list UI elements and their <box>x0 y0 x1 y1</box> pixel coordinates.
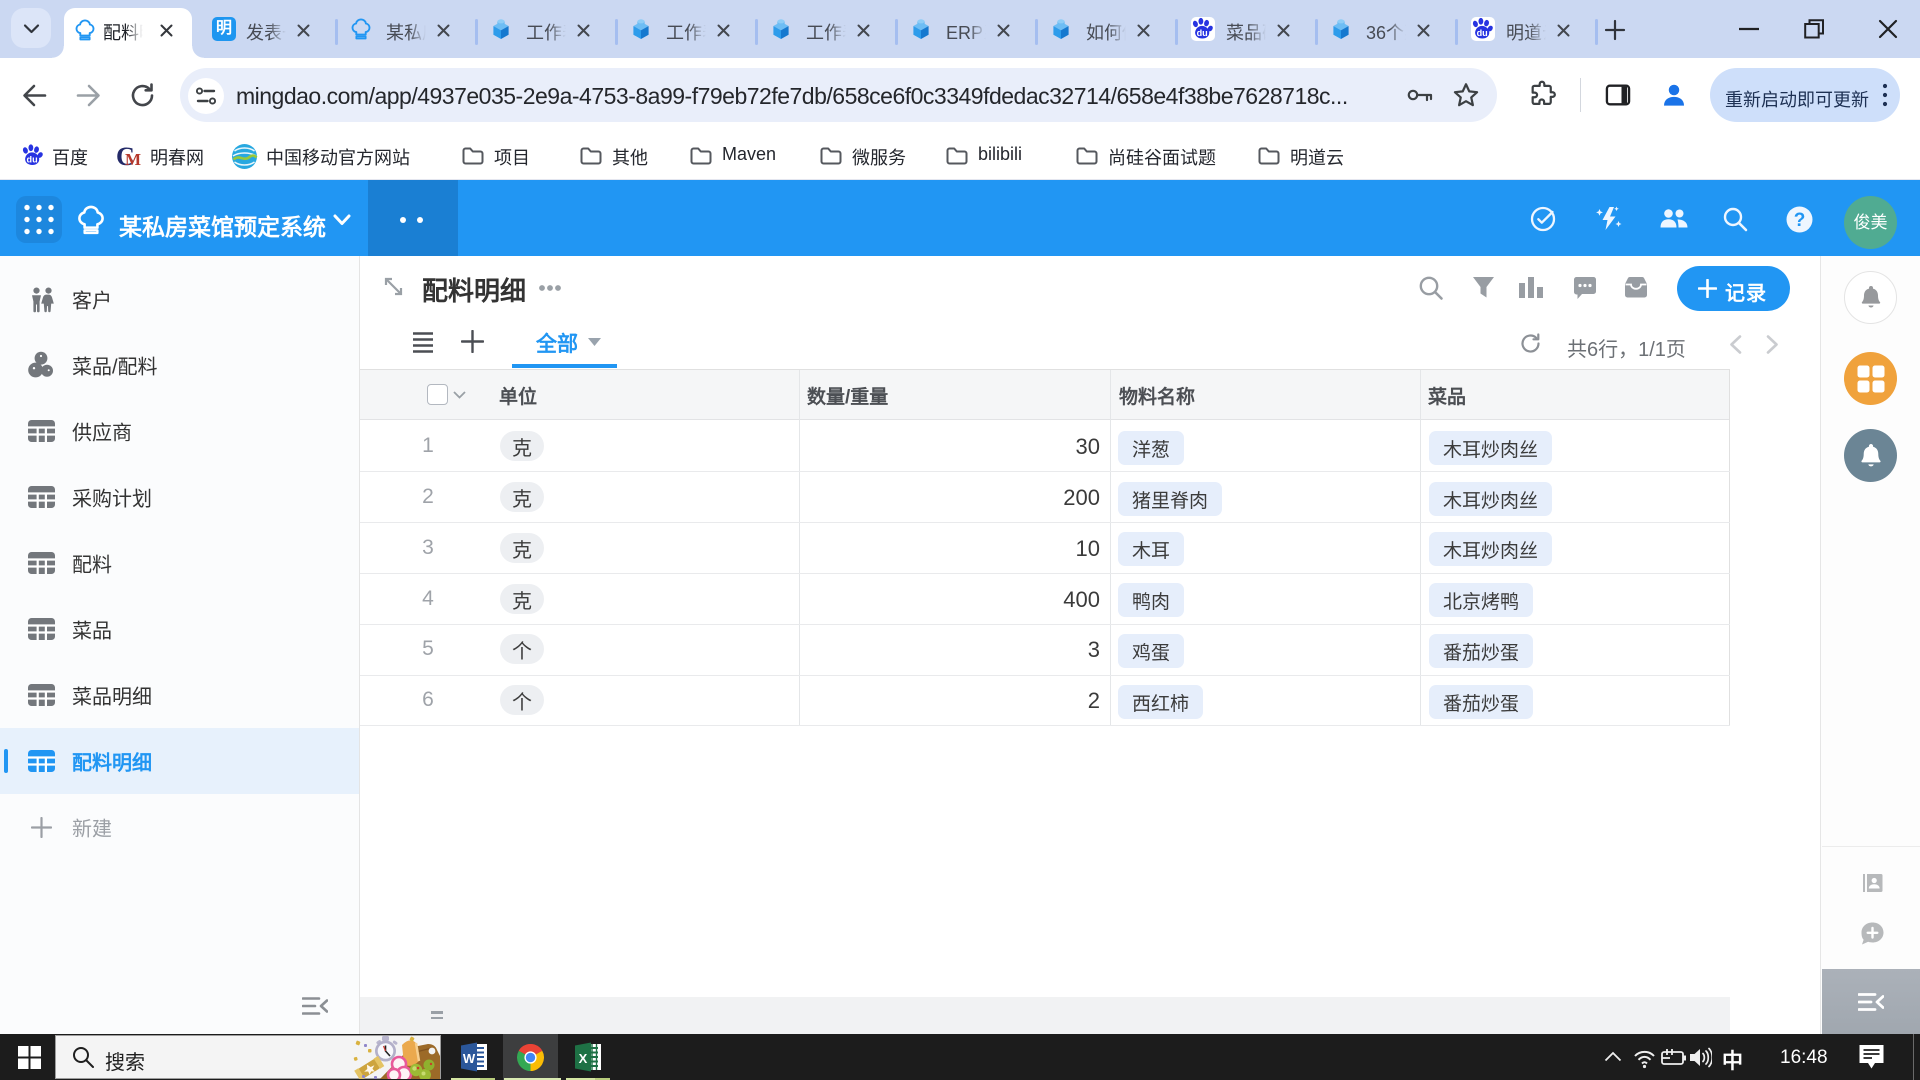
svg-text:X: X <box>579 1051 588 1066</box>
svg-text:W: W <box>463 1051 476 1066</box>
